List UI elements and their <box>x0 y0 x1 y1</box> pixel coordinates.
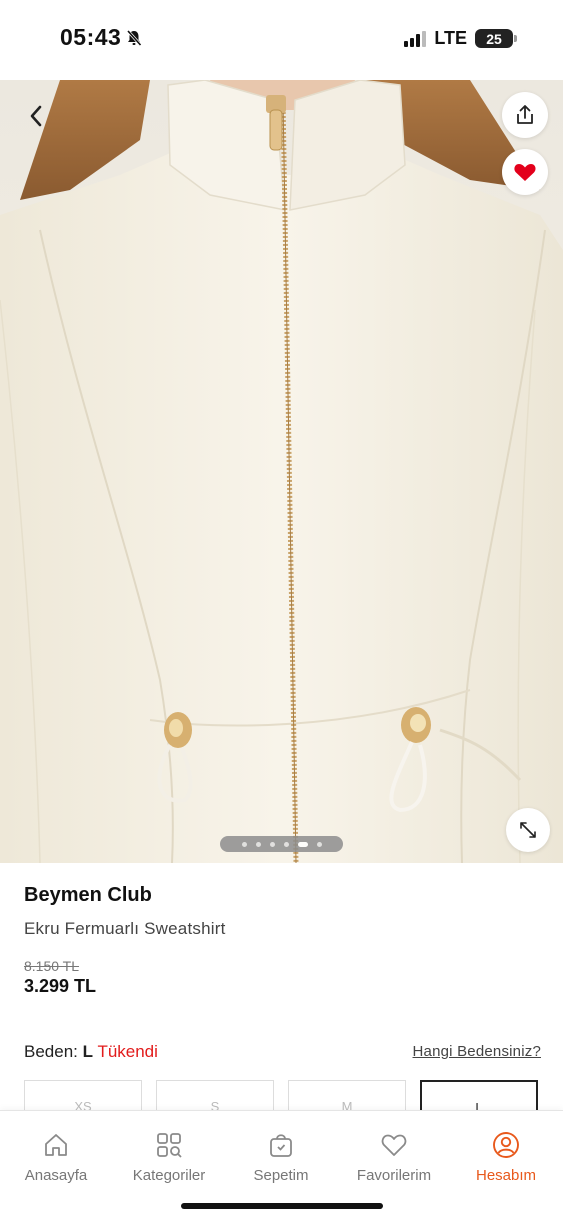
product-photo <box>0 80 563 863</box>
chevron-left-icon <box>30 105 42 127</box>
expand-icon <box>520 822 536 838</box>
product-brand[interactable]: Beymen Club <box>24 884 152 907</box>
sale-price: 3.299 TL <box>24 976 97 996</box>
size-guide-link[interactable]: Hangi Bedensiniz? <box>413 1043 541 1060</box>
heart-filled-icon <box>514 164 536 181</box>
favorite-button[interactable] <box>502 149 548 195</box>
cellular-signal-icon <box>404 30 427 47</box>
tab-favorites[interactable]: Favorilerim <box>344 1131 444 1184</box>
account-icon <box>493 1132 519 1158</box>
product-image-gallery[interactable] <box>0 80 563 863</box>
share-button[interactable] <box>502 92 548 138</box>
pagination-dot[interactable] <box>269 841 275 847</box>
tab-cart[interactable]: Sepetim <box>231 1131 331 1184</box>
home-icon <box>45 1134 67 1156</box>
status-time: 05:43 <box>60 24 122 50</box>
back-button[interactable] <box>20 100 52 132</box>
tab-categories[interactable]: Kategoriler <box>119 1131 219 1184</box>
heart-icon <box>381 1134 407 1156</box>
tab-home[interactable]: Anasayfa <box>6 1131 106 1184</box>
tab-account[interactable]: Hesabım <box>456 1131 556 1184</box>
battery-level: 25 <box>486 30 502 47</box>
pagination-dot[interactable] <box>316 841 322 847</box>
pagination-dot[interactable] <box>283 841 289 847</box>
product-name: Ekru Fermuarlı Sweatshirt <box>24 919 226 938</box>
pagination-dot-active[interactable] <box>297 841 308 847</box>
cart-icon <box>270 1134 292 1157</box>
pagination-dot[interactable] <box>255 841 261 847</box>
gallery-pagination[interactable] <box>220 836 343 852</box>
original-price: 8.150 TL <box>24 958 80 974</box>
battery-icon: 25 <box>475 29 517 48</box>
network-type: LTE <box>434 28 467 48</box>
share-icon <box>517 105 533 124</box>
selected-size: L <box>82 1042 94 1061</box>
bell-muted-icon <box>127 29 142 46</box>
stock-status: Tükendi <box>97 1042 158 1061</box>
pagination-dot[interactable] <box>241 841 247 847</box>
fullscreen-button[interactable] <box>506 808 550 852</box>
categories-icon <box>157 1133 182 1158</box>
home-indicator <box>181 1203 383 1209</box>
size-label: Beden: L Tükendi <box>24 1042 158 1061</box>
status-bar: 05:43 LTE 25 <box>0 0 563 80</box>
